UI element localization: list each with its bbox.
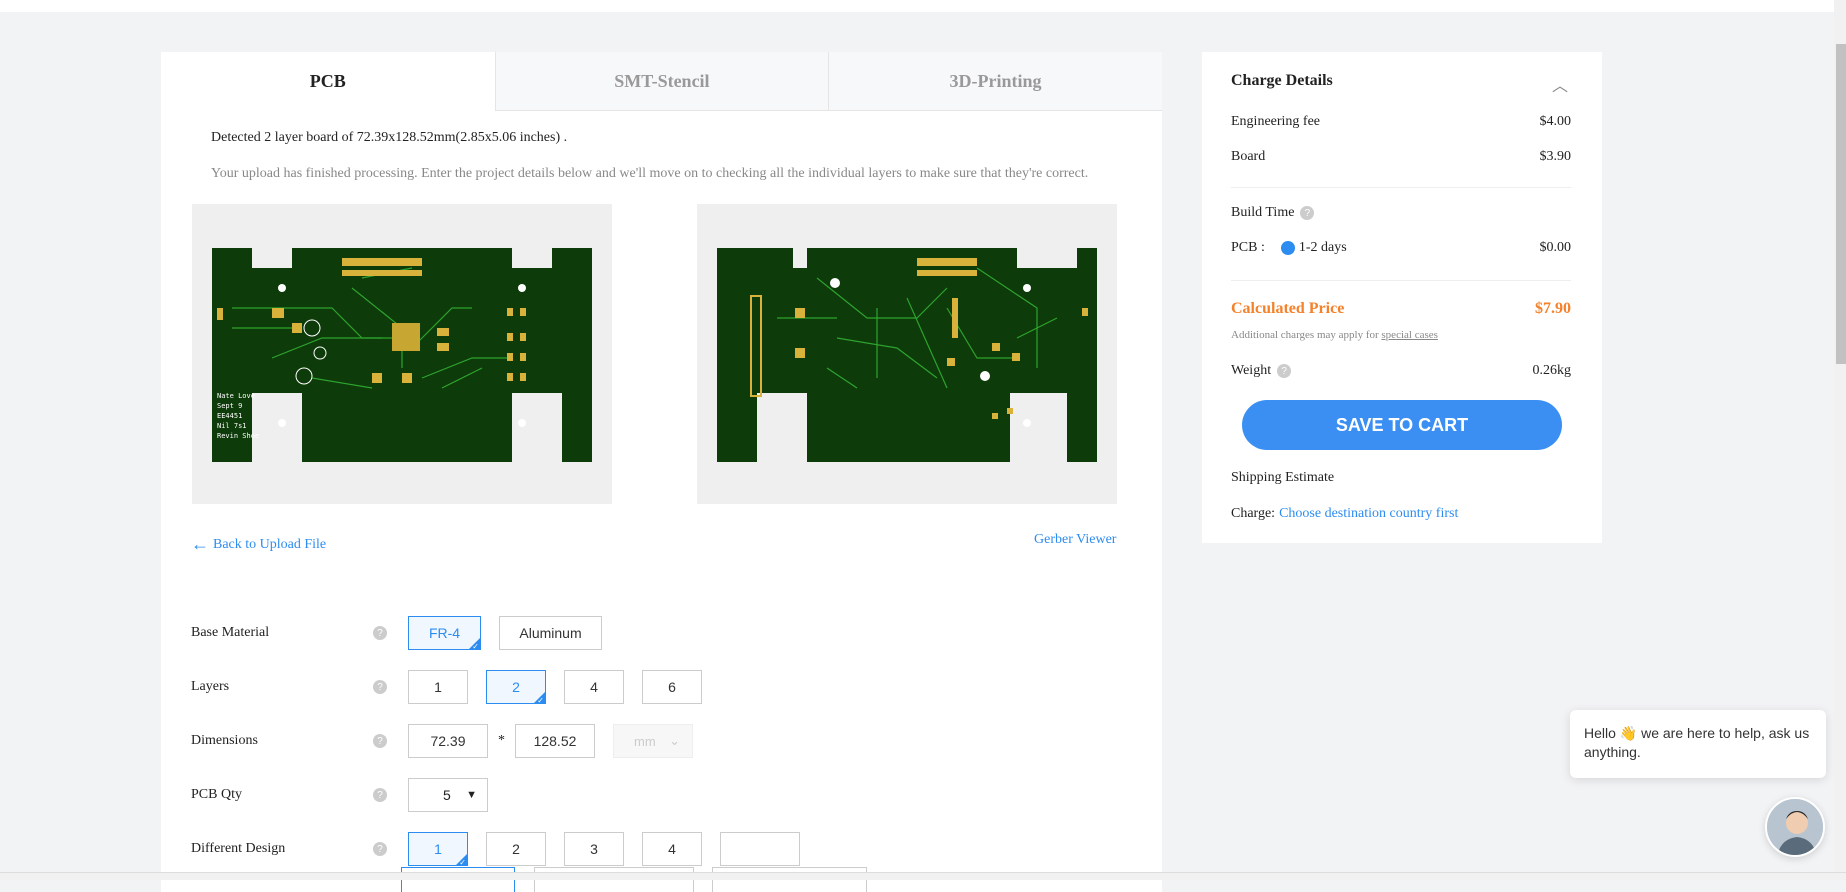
divider [1231, 280, 1571, 281]
tab-smt-stencil[interactable]: SMT-Stencil [494, 52, 829, 111]
detected-board-text: Detected 2 layer board of 72.39x128.52mm… [211, 130, 568, 145]
note-prefix: Additional charges may apply for [1231, 329, 1382, 341]
product-tabs: PCB SMT-Stencil 3D-Printing [161, 52, 1162, 111]
order-panel: PCB SMT-Stencil 3D-Printing Detected 2 l… [161, 52, 1162, 892]
tab-pcb[interactable]: PCB [161, 52, 495, 111]
additional-charges-note: Additional charges may apply for special… [1231, 329, 1438, 341]
pcb-qty-label: PCB Qty [191, 787, 242, 802]
help-icon[interactable]: ? [1277, 364, 1292, 378]
shipping-estimate-row: Shipping Estimate [1231, 470, 1571, 486]
avatar-image [1767, 799, 1823, 855]
svg-text:Revin Shoe: Revin Shoe [217, 432, 259, 440]
dimensions-label: Dimensions [191, 733, 258, 748]
layers-option-6[interactable]: 6 [642, 670, 702, 704]
svg-text:Nil 7s1: Nil 7s1 [217, 422, 247, 430]
layers-option-2[interactable]: 2 [486, 670, 546, 705]
pcb-qty-row: PCB Qty ? 5 ▼ [191, 777, 488, 813]
unit-select[interactable]: mm ⌄ [613, 724, 693, 758]
build-time-row: Build Time ? [1231, 205, 1571, 221]
choose-country-link[interactable]: Choose destination country first [1279, 506, 1458, 522]
engineering-fee-row: Engineering fee $4.00 [1231, 114, 1571, 130]
engineering-fee-value: $4.00 [1539, 114, 1572, 129]
special-cases-link[interactable]: special cases [1381, 329, 1438, 341]
pcb-top-image: Nate Love Sept 9 EE4451 Nil 7s1 Revin Sh… [212, 248, 592, 462]
charge-row: Charge: Choose destination country first [1231, 506, 1571, 522]
help-icon[interactable]: ? [373, 626, 387, 640]
pcb-build-label: PCB : [1231, 240, 1265, 255]
pcb-qty-select[interactable]: 5 ▼ [408, 778, 488, 812]
design-custom-input[interactable] [720, 832, 800, 866]
design-option-1[interactable]: 1 [408, 832, 468, 867]
pcb-bottom-image [717, 248, 1097, 462]
chevron-up-icon[interactable]: ︿ [1552, 72, 1568, 96]
help-icon[interactable]: ? [373, 734, 387, 748]
calculated-price-label: Calculated Price [1231, 300, 1345, 317]
weight-label: Weight [1231, 363, 1272, 378]
tab-3d-printing[interactable]: 3D-Printing [828, 52, 1162, 111]
base-material-fr4[interactable]: FR-4 [408, 616, 481, 651]
help-icon[interactable]: ? [373, 788, 387, 802]
layers-label: Layers [191, 679, 230, 694]
calculated-price-value: $7.90 [1535, 300, 1571, 317]
base-material-label: Base Material [191, 625, 270, 640]
help-icon[interactable]: ? [1300, 206, 1315, 220]
horizontal-scrollbar[interactable] [0, 872, 1846, 880]
back-to-upload-link[interactable]: ← Back to Upload File [191, 534, 326, 555]
weight-value: 0.26kg [1532, 363, 1572, 378]
dimensions-row: Dimensions ? 72.39 * 128.52 mm ⌄ [191, 723, 693, 759]
different-design-label: Different Design [191, 841, 286, 856]
design-option-4[interactable]: 4 [642, 832, 702, 866]
pcb-bottom-preview [697, 204, 1117, 504]
support-avatar[interactable] [1765, 797, 1825, 857]
layers-option-4[interactable]: 4 [564, 670, 624, 704]
top-bar [0, 0, 1846, 12]
svg-text:Sept 9: Sept 9 [217, 402, 242, 410]
width-input[interactable]: 72.39 [408, 724, 488, 758]
height-input[interactable]: 128.52 [515, 724, 595, 758]
pcb-build-option: 1-2 days [1298, 240, 1347, 255]
shipping-estimate-label: Shipping Estimate [1231, 470, 1335, 485]
design-option-2[interactable]: 2 [486, 832, 546, 866]
upload-notice: Your upload has finished processing. Ent… [211, 166, 1089, 181]
caret-down-icon: ▼ [466, 789, 477, 801]
svg-text:Nate Love: Nate Love [217, 392, 255, 400]
layers-option-1[interactable]: 1 [408, 670, 468, 704]
engineering-fee-label: Engineering fee [1231, 114, 1321, 129]
arrow-left-icon: ← [191, 534, 209, 554]
dimension-separator: * [498, 733, 505, 748]
layers-row: Layers ? 1 2 4 6 [191, 669, 720, 705]
pcb-build-row: PCB : 1-2 days $0.00 [1231, 240, 1571, 256]
help-icon[interactable]: ? [373, 680, 387, 694]
charge-details-panel: Charge Details ︿ Engineering fee $4.00 B… [1202, 52, 1602, 543]
help-icon[interactable]: ? [373, 842, 387, 856]
design-option-3[interactable]: 3 [564, 832, 624, 866]
gerber-viewer-link[interactable]: Gerber Viewer [1034, 532, 1116, 548]
radio-selected-icon[interactable] [1280, 240, 1295, 255]
build-time-label: Build Time [1231, 205, 1295, 220]
back-to-upload-label: Back to Upload File [213, 536, 327, 552]
pcb-build-value: $0.00 [1539, 240, 1572, 255]
charge-details-title: Charge Details [1231, 72, 1333, 89]
board-label: Board [1231, 149, 1266, 164]
different-design-row: Different Design ? 1 2 3 4 [191, 831, 818, 867]
charge-label: Charge: [1231, 506, 1276, 521]
divider [1231, 187, 1571, 188]
base-material-aluminum[interactable]: Aluminum [499, 616, 602, 650]
svg-text:EE4451: EE4451 [217, 412, 242, 420]
base-material-row: Base Material ? FR-4 Aluminum [191, 615, 620, 651]
unit-value: mm [634, 733, 656, 749]
chevron-down-icon: ⌄ [669, 733, 680, 748]
scrollbar-thumb[interactable] [1836, 44, 1846, 364]
weight-row: Weight ? 0.26kg [1231, 363, 1571, 379]
pcb-top-preview: Nate Love Sept 9 EE4451 Nil 7s1 Revin Sh… [192, 204, 612, 504]
chat-greeting-bubble[interactable]: Hello 👋 we are here to help, ask us anyt… [1570, 710, 1826, 778]
calculated-price-row: Calculated Price $7.90 [1231, 300, 1571, 318]
board-value: $3.90 [1539, 149, 1572, 164]
pcb-qty-value: 5 [443, 787, 451, 803]
save-to-cart-button[interactable]: SAVE TO CART [1242, 400, 1562, 450]
board-row: Board $3.90 [1231, 149, 1571, 165]
